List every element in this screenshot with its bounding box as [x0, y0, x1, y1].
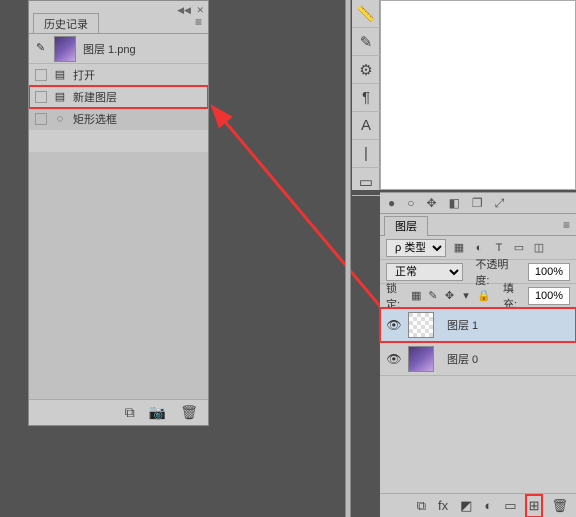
trash-icon[interactable]: 🗑 [551, 498, 568, 514]
new-document-icon[interactable]: ⧉ [125, 404, 135, 421]
panel-menu-icon[interactable]: ≡ [563, 218, 570, 232]
filter-type-icon[interactable]: T [492, 242, 506, 254]
history-header: ◀◀ ✕ 历史记录 ≡ [29, 1, 208, 29]
settings-icon[interactable]: ⚙ [352, 56, 380, 84]
layer-row-1[interactable]: 👁 图层 1 [380, 308, 576, 342]
layer-list: 👁 图层 1 👁 图层 0 [380, 308, 576, 493]
new-layer-icon[interactable]: ⊞ [529, 498, 540, 514]
canvas-area[interactable] [380, 0, 576, 190]
blend-mode-select[interactable]: 正常 [386, 263, 463, 281]
filter-pixel-icon[interactable]: ▦ [452, 241, 466, 254]
fill-input[interactable] [528, 287, 570, 305]
layer-thumbnail [408, 312, 434, 338]
layer-label: 图层 0 [447, 351, 478, 367]
history-footer: ⧉ 📷 🗑 [29, 399, 208, 425]
history-brush-icon [35, 42, 49, 56]
panel-icon-row: ● ○ ✥ ◧ ❐ ⤢ [380, 192, 576, 214]
lock-pixels-icon[interactable]: ▦ [411, 289, 422, 302]
nav-icon[interactable]: ⤢ [495, 196, 505, 211]
lock-row: 锁定: ▦ ✎ ✥ ▾ 🔒 填充: [380, 284, 576, 308]
tool-strip: 📏 ✎ ⚙ ¶ A | ▭ [352, 0, 380, 190]
overlap-icon[interactable]: ❐ [472, 196, 483, 210]
lock-all-icon[interactable]: 🔒 [477, 289, 491, 302]
paragraph-icon[interactable]: ¶ [352, 84, 380, 112]
history-tab[interactable]: 历史记录 [33, 13, 99, 33]
fx-icon[interactable]: fx [438, 498, 448, 513]
vertical-divider [345, 0, 351, 517]
group-icon[interactable]: ▭ [504, 498, 516, 514]
layer-row-0[interactable]: 👁 图层 0 [380, 342, 576, 376]
history-panel: ◀◀ ✕ 历史记录 ≡ 图层 1.png ▤ 打开 ▤ 新建图层 ◌ 矩形选框 [28, 0, 209, 426]
close-icon[interactable]: ✕ [196, 5, 204, 15]
dot-fill-icon[interactable]: ● [388, 196, 395, 210]
fill-label: 填充: [503, 280, 522, 312]
type-icon[interactable]: A [352, 112, 380, 140]
note-icon[interactable]: ▭ [352, 168, 380, 196]
history-step-box [35, 69, 47, 81]
move-icon[interactable]: ✥ [427, 196, 437, 210]
link-layers-icon[interactable]: ⧉ [417, 498, 426, 514]
visibility-icon[interactable]: 👁 [386, 318, 402, 332]
marquee-icon: ◌ [53, 112, 67, 126]
document-icon: ▤ [53, 68, 67, 82]
visibility-icon[interactable]: 👁 [386, 352, 402, 366]
history-item-label: 新建图层 [73, 89, 117, 105]
layers-header: 图层 ≡ [380, 214, 576, 236]
layer-label: 图层 1 [447, 317, 478, 333]
trash-icon[interactable]: 🗑 [180, 404, 198, 421]
history-snapshot[interactable]: 图层 1.png [29, 34, 208, 64]
filter-shape-icon[interactable]: ▭ [512, 241, 526, 254]
ruler-icon[interactable]: 📏 [352, 0, 380, 28]
layers-footer: ⧉ fx ◩ ◐ ▭ ⊞ 🗑 [380, 493, 576, 517]
brush-icon[interactable]: ✎ [352, 28, 380, 56]
camera-icon[interactable]: 📷 [149, 404, 166, 421]
dot-icon[interactable]: ○ [407, 196, 414, 210]
document-icon: ▤ [53, 90, 67, 104]
history-step-box [35, 113, 47, 125]
mask-icon[interactable]: ◧ [449, 196, 460, 210]
blend-row: 正常 不透明度: [380, 260, 576, 284]
history-item-marquee[interactable]: ◌ 矩形选框 [29, 108, 208, 130]
lock-position-icon[interactable]: ✥ [444, 289, 455, 302]
layer-mask-icon[interactable]: ◩ [460, 498, 472, 514]
lock-brush-icon[interactable]: ✎ [428, 289, 439, 302]
align-icon[interactable]: | [352, 140, 380, 168]
panel-menu-icon[interactable]: ≡ [195, 15, 202, 29]
history-item-new-layer[interactable]: ▤ 新建图层 [29, 86, 208, 108]
adjustment-layer-icon[interactable]: ◐ [484, 498, 492, 513]
opacity-input[interactable] [528, 263, 570, 281]
layer-thumbnail [408, 346, 434, 372]
snapshot-label: 图层 1.png [83, 41, 136, 57]
lock-label: 锁定: [386, 280, 405, 312]
filter-kind-select[interactable]: ρ 类型 [386, 239, 446, 257]
lock-artboard-icon[interactable]: ▾ [461, 289, 472, 302]
history-step-box [35, 91, 47, 103]
history-item-label: 矩形选框 [73, 111, 117, 127]
history-item-open[interactable]: ▤ 打开 [29, 64, 208, 86]
collapse-icon[interactable]: ◀◀ [177, 5, 191, 15]
layers-tab[interactable]: 图层 [384, 216, 428, 236]
filter-adjust-icon[interactable]: ◐ [472, 242, 486, 254]
layers-panel: 图层 ≡ ρ 类型 ▦ ◐ T ▭ ◫ 正常 不透明度: 锁定: ▦ ✎ ✥ ▾… [380, 214, 576, 517]
filter-smart-icon[interactable]: ◫ [532, 241, 546, 254]
history-item-label: 打开 [73, 67, 95, 83]
snapshot-thumbnail [54, 36, 76, 62]
